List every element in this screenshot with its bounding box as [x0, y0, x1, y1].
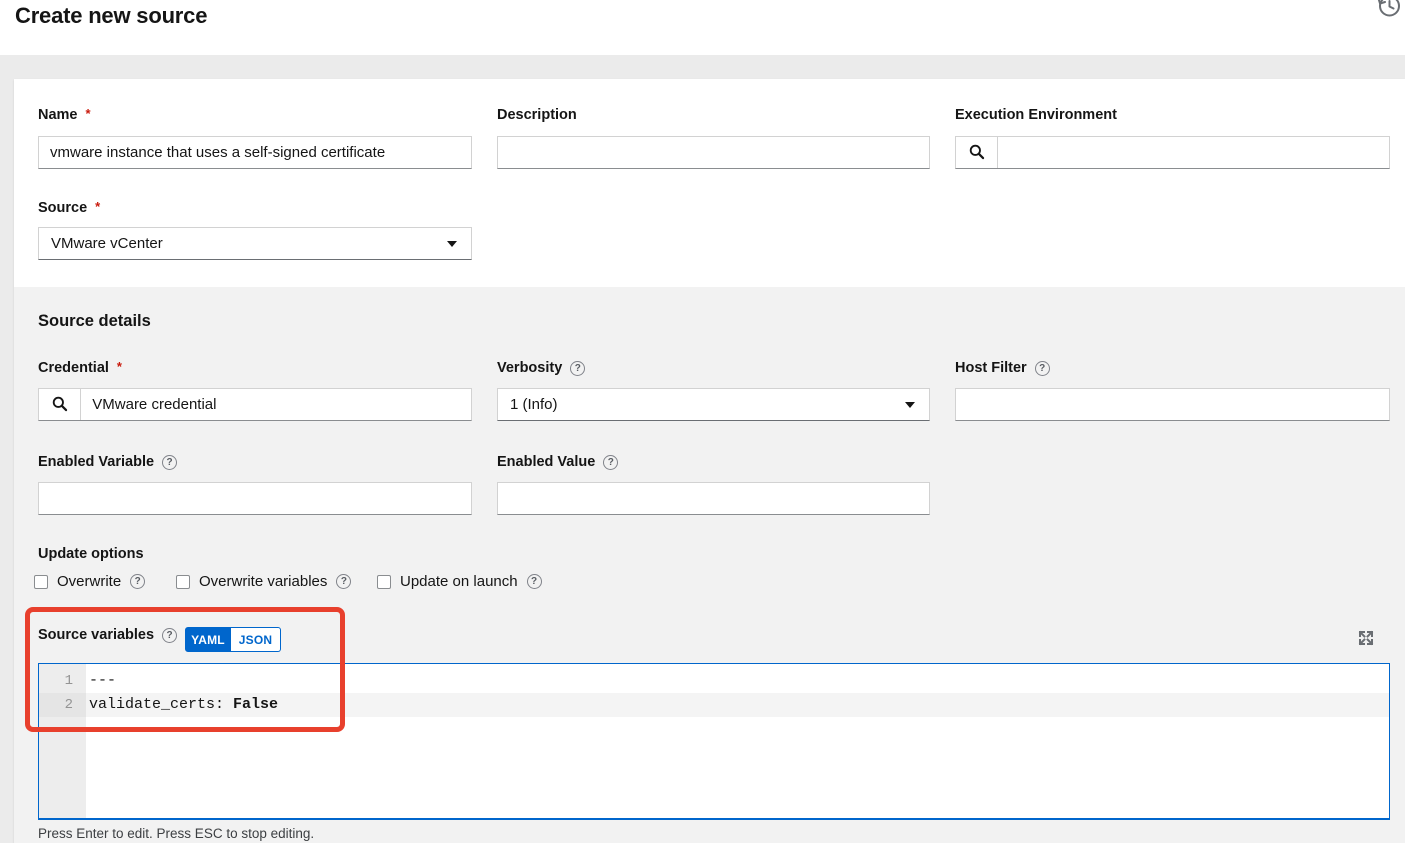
enabled-variable-label: Enabled Variable ?: [38, 453, 177, 471]
name-label: Name *: [38, 106, 91, 124]
host-filter-label: Host Filter ?: [955, 359, 1050, 377]
credential-input[interactable]: [81, 389, 471, 420]
overwrite-checkbox-label: Overwrite: [57, 573, 121, 590]
code-text-bold: False: [233, 696, 278, 713]
update-on-launch-checkbox[interactable]: [377, 575, 391, 589]
page-header: Create new source: [0, 0, 1405, 55]
credential-group: [38, 388, 472, 421]
execution-environment-input[interactable]: [998, 137, 1389, 168]
overwrite-variables-checkbox[interactable]: [176, 575, 190, 589]
help-icon[interactable]: ?: [162, 628, 177, 643]
update-on-launch-option: Update on launch ?: [377, 573, 542, 590]
update-options-label: Update options: [38, 545, 144, 563]
update-options-label-text: Update options: [38, 546, 144, 562]
host-filter-label-text: Host Filter: [955, 360, 1027, 376]
search-icon: [968, 143, 985, 163]
credential-search-button[interactable]: [39, 389, 81, 420]
verbosity-select[interactable]: 1 (Info): [497, 388, 930, 421]
overwrite-option: Overwrite ?: [34, 573, 145, 590]
code-text: ---: [89, 672, 116, 689]
name-label-text: Name: [38, 107, 78, 123]
chevron-down-icon: [905, 402, 915, 408]
description-label: Description: [497, 106, 577, 124]
page-title: Create new source: [15, 3, 207, 29]
help-icon[interactable]: ?: [527, 574, 542, 589]
line-code: validate_certs: False: [86, 693, 1389, 717]
editor-line: 1 ---: [39, 669, 1389, 693]
description-label-text: Description: [497, 107, 577, 123]
overwrite-variables-checkbox-label: Overwrite variables: [199, 573, 327, 590]
verbosity-label: Verbosity ?: [497, 359, 585, 377]
help-icon[interactable]: ?: [603, 455, 618, 470]
execution-environment-group: [955, 136, 1390, 169]
source-label-text: Source: [38, 200, 87, 216]
overwrite-checkbox[interactable]: [34, 575, 48, 589]
enabled-value-label: Enabled Value ?: [497, 453, 618, 471]
code-text: validate_certs:: [89, 696, 233, 713]
required-asterisk: *: [117, 359, 122, 374]
format-toggle: YAML JSON: [185, 627, 281, 652]
name-input[interactable]: [38, 136, 472, 169]
enabled-variable-input[interactable]: [38, 482, 472, 515]
expand-icon[interactable]: [1357, 629, 1375, 647]
source-variables-editor[interactable]: 1 --- 2 validate_certs: False: [38, 663, 1390, 820]
credential-label: Credential *: [38, 359, 122, 377]
verbosity-select-value: 1 (Info): [510, 396, 905, 413]
source-variables-label: Source variables ?: [38, 626, 177, 644]
required-asterisk: *: [86, 106, 91, 121]
source-variables-label-text: Source variables: [38, 627, 154, 643]
verbosity-label-text: Verbosity: [497, 360, 562, 376]
credential-label-text: Credential: [38, 360, 109, 376]
source-label: Source *: [38, 199, 100, 217]
help-icon[interactable]: ?: [336, 574, 351, 589]
line-number: 2: [39, 693, 86, 717]
chevron-down-icon: [447, 241, 457, 247]
enabled-variable-label-text: Enabled Variable: [38, 454, 154, 470]
enabled-value-label-text: Enabled Value: [497, 454, 595, 470]
line-number: 1: [39, 669, 86, 693]
help-icon[interactable]: ?: [130, 574, 145, 589]
required-asterisk: *: [95, 199, 100, 214]
enabled-value-input[interactable]: [497, 482, 930, 515]
help-icon[interactable]: ?: [570, 361, 585, 376]
editor-line: 2 validate_certs: False: [39, 693, 1389, 717]
help-icon[interactable]: ?: [162, 455, 177, 470]
editor-hint-text: Press Enter to edit. Press ESC to stop e…: [38, 826, 314, 841]
overwrite-variables-option: Overwrite variables ?: [176, 573, 351, 590]
update-on-launch-checkbox-label: Update on launch: [400, 573, 518, 590]
execution-environment-label: Execution Environment: [955, 106, 1117, 124]
history-icon[interactable]: [1376, 0, 1402, 19]
source-select-value: VMware vCenter: [51, 235, 447, 252]
source-details-heading: Source details: [38, 312, 151, 331]
source-select[interactable]: VMware vCenter: [38, 227, 472, 260]
search-icon: [51, 395, 68, 415]
yaml-toggle-button[interactable]: YAML: [185, 627, 231, 652]
json-toggle-button[interactable]: JSON: [231, 627, 281, 652]
host-filter-input[interactable]: [955, 388, 1390, 421]
help-icon[interactable]: ?: [1035, 361, 1050, 376]
execution-environment-search-button[interactable]: [956, 137, 998, 168]
execution-environment-label-text: Execution Environment: [955, 107, 1117, 123]
description-input[interactable]: [497, 136, 930, 169]
line-code: ---: [86, 669, 1389, 693]
